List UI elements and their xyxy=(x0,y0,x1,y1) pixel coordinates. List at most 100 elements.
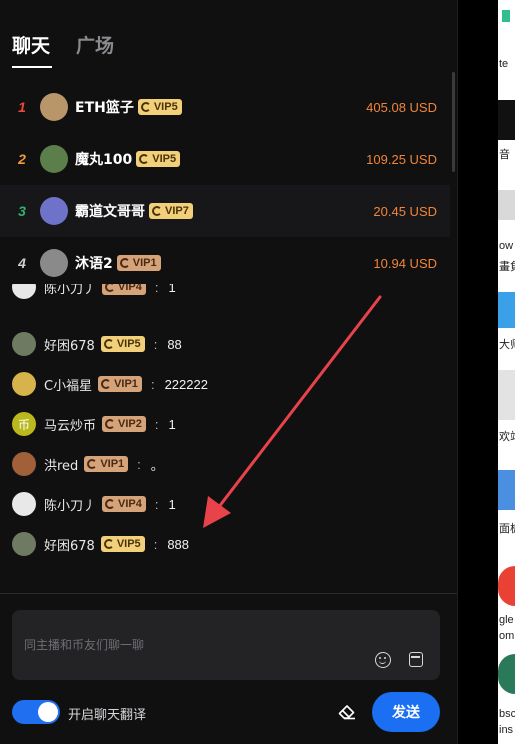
chat-username[interactable]: 马云炒币 xyxy=(44,415,96,434)
chat-input[interactable] xyxy=(24,636,354,660)
background-window-strip: te 音 ow 畫負 大师 欢站 面板 gle om bsc ins xyxy=(498,0,515,744)
chat-text: 222222 xyxy=(164,376,208,392)
chat-username[interactable]: 陈小刀丿 xyxy=(44,284,96,297)
vip-level: VIP1 xyxy=(100,458,125,470)
chat-message: 好困678 VIP5:888 xyxy=(12,529,189,559)
background-tile xyxy=(502,10,510,22)
vip-badge: VIP4 xyxy=(102,496,146,512)
leaderboard-row[interactable]: 2 魔丸100 VIP5 109.25 USD xyxy=(0,133,450,185)
chat-message: 币马云炒币 VIP2:1 xyxy=(12,409,176,439)
vip-icon xyxy=(103,339,114,349)
chat-message: 好困678 VIP5:88 xyxy=(12,329,182,359)
scrollbar[interactable] xyxy=(452,72,455,172)
chat-input-box xyxy=(12,610,440,680)
chat-text: 。 xyxy=(150,457,164,473)
vip-icon xyxy=(152,206,162,216)
chat-panel: 聊天 广场 1 ETH篮子 VIP5 405.08 USD 2 魔丸100 VIP5 109.… xyxy=(0,0,458,744)
vip-level: VIP4 xyxy=(118,284,142,293)
background-text: 面板 xyxy=(499,523,515,535)
rank-number: 1 xyxy=(18,99,26,115)
vip-icon xyxy=(87,459,98,469)
avatar[interactable] xyxy=(12,332,36,356)
vip-badge: VIP1 xyxy=(84,456,129,472)
background-text: 音 xyxy=(499,149,510,161)
vip-level: VIP5 xyxy=(116,338,141,350)
vip-icon xyxy=(101,379,112,389)
contribution-amount: 405.08 USD xyxy=(366,99,437,115)
vip-icon xyxy=(105,419,116,429)
avatar[interactable] xyxy=(12,452,36,476)
background-text: ins xyxy=(499,724,514,736)
chat-text: 888 xyxy=(167,536,190,552)
leaderboard-row[interactable]: 3 霸道文哥哥 VIP7 20.45 USD xyxy=(0,185,450,237)
background-text: 畫負 xyxy=(499,261,515,273)
desktop-gap xyxy=(458,0,498,744)
chat-username[interactable]: 洪red xyxy=(44,455,78,474)
background-text: bsc xyxy=(499,708,515,720)
vip-badge: VIP5 xyxy=(100,336,145,352)
translate-toggle-label: 开启聊天翻译 xyxy=(68,708,147,723)
rank-number: 2 xyxy=(18,151,26,167)
chat-username[interactable]: 陈小刀丿 xyxy=(44,495,96,514)
background-text: te xyxy=(499,58,509,70)
vip-badge: VIP4 xyxy=(102,284,146,295)
leaderboard-username: 魔丸100 xyxy=(75,152,133,168)
tab-bar: 聊天 广场 xyxy=(12,34,114,66)
chat-text: 1 xyxy=(168,284,176,295)
vip-badge: VIP5 xyxy=(137,99,182,115)
background-text: om xyxy=(499,630,515,642)
chat-text: 1 xyxy=(168,416,176,432)
chat-username[interactable]: 好困678 xyxy=(44,535,95,554)
background-tile xyxy=(498,370,515,420)
avatar[interactable] xyxy=(12,372,36,396)
rank-number: 4 xyxy=(18,255,26,271)
divider xyxy=(0,593,457,594)
avatar[interactable] xyxy=(40,93,68,121)
vip-level: VIP5 xyxy=(153,101,178,113)
chat-separator: : xyxy=(154,496,159,512)
vip-badge: VIP7 xyxy=(149,203,193,219)
vip-level: VIP1 xyxy=(114,378,138,390)
leaderboard-username: ETH篮子 xyxy=(75,100,134,116)
contribution-amount: 10.94 USD xyxy=(373,255,437,271)
vip-level: VIP7 xyxy=(165,205,189,217)
send-button[interactable]: 发送 xyxy=(372,692,440,732)
background-tile xyxy=(498,654,515,694)
chat-message: 洪red VIP1: 。 xyxy=(12,449,164,479)
translate-toggle[interactable] xyxy=(12,700,60,724)
leaderboard: 1 ETH篮子 VIP5 405.08 USD 2 魔丸100 VIP5 109.25 USD… xyxy=(0,81,450,289)
background-tile xyxy=(498,470,515,510)
avatar[interactable] xyxy=(40,197,68,225)
chat-text: 88 xyxy=(167,336,182,352)
avatar[interactable] xyxy=(40,249,68,277)
contribution-amount: 109.25 USD xyxy=(366,151,437,167)
background-text: ow xyxy=(499,240,514,252)
emoji-icon[interactable] xyxy=(375,652,391,668)
rank-number: 3 xyxy=(18,203,26,219)
vip-level: VIP4 xyxy=(118,498,142,510)
avatar[interactable] xyxy=(12,532,36,556)
avatar[interactable] xyxy=(12,284,36,299)
avatar[interactable]: 币 xyxy=(12,412,36,436)
chat-username[interactable]: C小福星 xyxy=(44,375,92,394)
chat-separator: : xyxy=(153,536,158,552)
leaderboard-row[interactable]: 1 ETH篮子 VIP5 405.08 USD xyxy=(0,81,450,133)
tab-chat[interactable]: 聊天 xyxy=(12,34,52,66)
eraser-icon[interactable] xyxy=(338,704,356,720)
chat-message: 陈小刀丿 VIP4:1 xyxy=(12,284,176,302)
chat-separator: : xyxy=(150,376,155,392)
vip-badge: VIP2 xyxy=(102,416,146,432)
chat-username[interactable]: 好困678 xyxy=(44,335,95,354)
vip-level: VIP1 xyxy=(132,257,157,269)
gift-box-icon[interactable] xyxy=(409,652,423,667)
tab-square[interactable]: 广场 xyxy=(76,34,114,66)
chat-message-list: 陈小刀丿 VIP4:1 好困678 VIP5:88 C小福星 VIP1:222222 币马云… xyxy=(0,284,450,584)
avatar[interactable] xyxy=(12,492,36,516)
chat-message: 陈小刀丿 VIP4:1 xyxy=(12,489,176,519)
leaderboard-row[interactable]: 4 沐语2 VIP1 10.94 USD xyxy=(0,237,450,289)
toggle-knob xyxy=(38,702,58,722)
vip-icon xyxy=(140,102,151,112)
avatar[interactable] xyxy=(40,145,68,173)
vip-icon xyxy=(139,154,150,164)
vip-level: VIP2 xyxy=(118,418,142,430)
